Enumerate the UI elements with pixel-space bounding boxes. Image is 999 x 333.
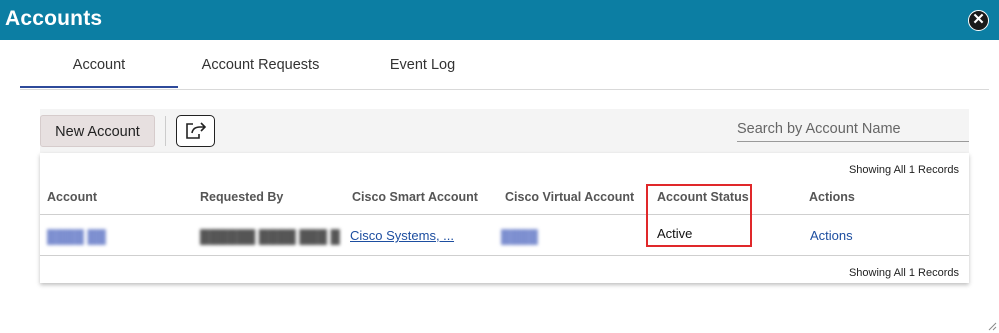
- export-icon: [186, 122, 207, 139]
- dialog-title: Accounts: [5, 7, 103, 30]
- tab-account[interactable]: Account: [20, 44, 178, 88]
- column-header-requested-by[interactable]: Requested By: [200, 190, 283, 204]
- search-input[interactable]: [737, 117, 969, 142]
- status-highlight-box: [646, 184, 752, 247]
- smart-account-link[interactable]: Cisco Systems, ...: [350, 228, 454, 243]
- new-account-button[interactable]: New Account: [40, 115, 155, 147]
- tab-bar: Account Account Requests Event Log: [20, 44, 989, 90]
- resize-handle-icon[interactable]: [987, 321, 997, 331]
- column-header-account[interactable]: Account: [47, 190, 97, 204]
- records-count-bottom: Showing All 1 Records: [848, 267, 959, 279]
- accounts-dialog: Accounts ✕ Account Account Requests Even…: [0, 0, 999, 333]
- virtual-account-redacted[interactable]: ████: [501, 229, 538, 244]
- column-header-virtual-account[interactable]: Cisco Virtual Account: [505, 190, 634, 204]
- records-count-top: Showing All 1 Records: [848, 164, 959, 176]
- account-name-redacted[interactable]: ████ ██: [47, 229, 106, 244]
- column-header-actions[interactable]: Actions: [809, 190, 855, 204]
- tab-event-log[interactable]: Event Log: [380, 44, 465, 88]
- export-button[interactable]: [176, 115, 215, 147]
- accounts-grid: Showing All 1 Records Account Requested …: [40, 153, 969, 283]
- actions-link[interactable]: Actions: [810, 228, 853, 243]
- toolbar-divider: [165, 116, 166, 146]
- column-header-smart-account[interactable]: Cisco Smart Account: [352, 190, 478, 204]
- dialog-titlebar: Accounts ✕: [0, 0, 999, 40]
- close-icon[interactable]: ✕: [968, 10, 989, 31]
- header-divider: [40, 214, 969, 215]
- tab-account-requests[interactable]: Account Requests: [190, 44, 331, 88]
- row-divider: [40, 255, 969, 256]
- requested-by-redacted: ██████ ████ ███ █: [200, 229, 340, 244]
